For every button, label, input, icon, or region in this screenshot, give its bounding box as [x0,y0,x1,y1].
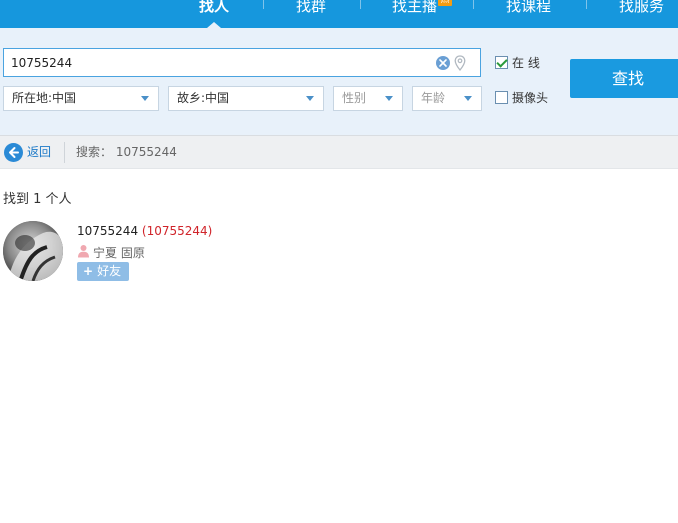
breadcrumb: 返回 搜索： 10755244 [0,135,678,169]
chevron-down-icon [385,96,393,101]
camera-label: 摄像头 [512,91,549,105]
tab-find-people[interactable]: 找人 [199,0,229,18]
avatar[interactable] [3,221,63,281]
tab-find-streamer[interactable]: 找主播热 [392,0,453,18]
add-friend-label: 好友 [97,264,122,278]
plus-icon: + [83,264,94,278]
search-prefix: 搜索： [76,145,113,159]
location-dropdown[interactable]: 所在地:中国 [3,86,159,111]
tab-find-service[interactable]: 找服务 [619,0,664,18]
tab-find-group[interactable]: 找群 [296,0,326,18]
gender-dropdown[interactable]: 性别 [333,86,403,111]
chevron-down-icon [306,96,314,101]
chevron-down-icon [464,96,472,101]
result-location: 宁夏 固原 [93,246,145,260]
person-icon [77,244,90,258]
search-button[interactable]: 查找 [570,59,678,98]
tab-separator [263,0,264,9]
tab-separator [586,0,587,9]
result-number: (10755244) [141,224,213,238]
back-arrow-icon[interactable] [4,143,23,162]
result-count: 找到 1 个人 [3,192,72,207]
age-placeholder: 年龄 [421,91,446,105]
divider [64,142,65,163]
hometown-value: 故乡:中国 [177,91,230,105]
search-panel: 在 线 所在地:中国 故乡:中国 性别 年龄 摄像头 查找 [0,28,678,135]
tab-find-streamer-label: 找主播 [392,0,438,15]
search-summary: 搜索： 10755244 [76,136,177,169]
find-people-window: 找人 找群 找主播热 找课程 找服务 在 线 所在地:中国 故乡:中国 [0,0,678,523]
online-checkbox[interactable] [495,56,508,69]
search-box [3,48,481,77]
camera-checkbox[interactable] [495,91,508,104]
hot-badge: 热 [438,0,453,6]
online-label: 在 线 [512,56,540,70]
hometown-dropdown[interactable]: 故乡:中国 [168,86,324,111]
location-pin-icon[interactable] [454,55,466,72]
clear-icon[interactable] [436,56,450,70]
age-dropdown[interactable]: 年龄 [412,86,482,111]
add-friend-button[interactable]: + 好友 [77,262,129,281]
back-link[interactable]: 返回 [27,136,51,169]
result-name[interactable]: 10755244 (10755244) [77,224,212,238]
search-term: 10755244 [115,145,177,159]
result-nickname: 10755244 [77,224,139,238]
chevron-down-icon [141,96,149,101]
tab-separator [473,0,474,9]
location-value: 所在地:中国 [12,91,77,105]
tab-find-course[interactable]: 找课程 [506,0,551,18]
search-input[interactable] [11,49,431,76]
top-nav: 找人 找群 找主播热 找课程 找服务 [0,0,678,28]
gender-placeholder: 性别 [342,91,367,105]
tab-separator [360,0,361,9]
